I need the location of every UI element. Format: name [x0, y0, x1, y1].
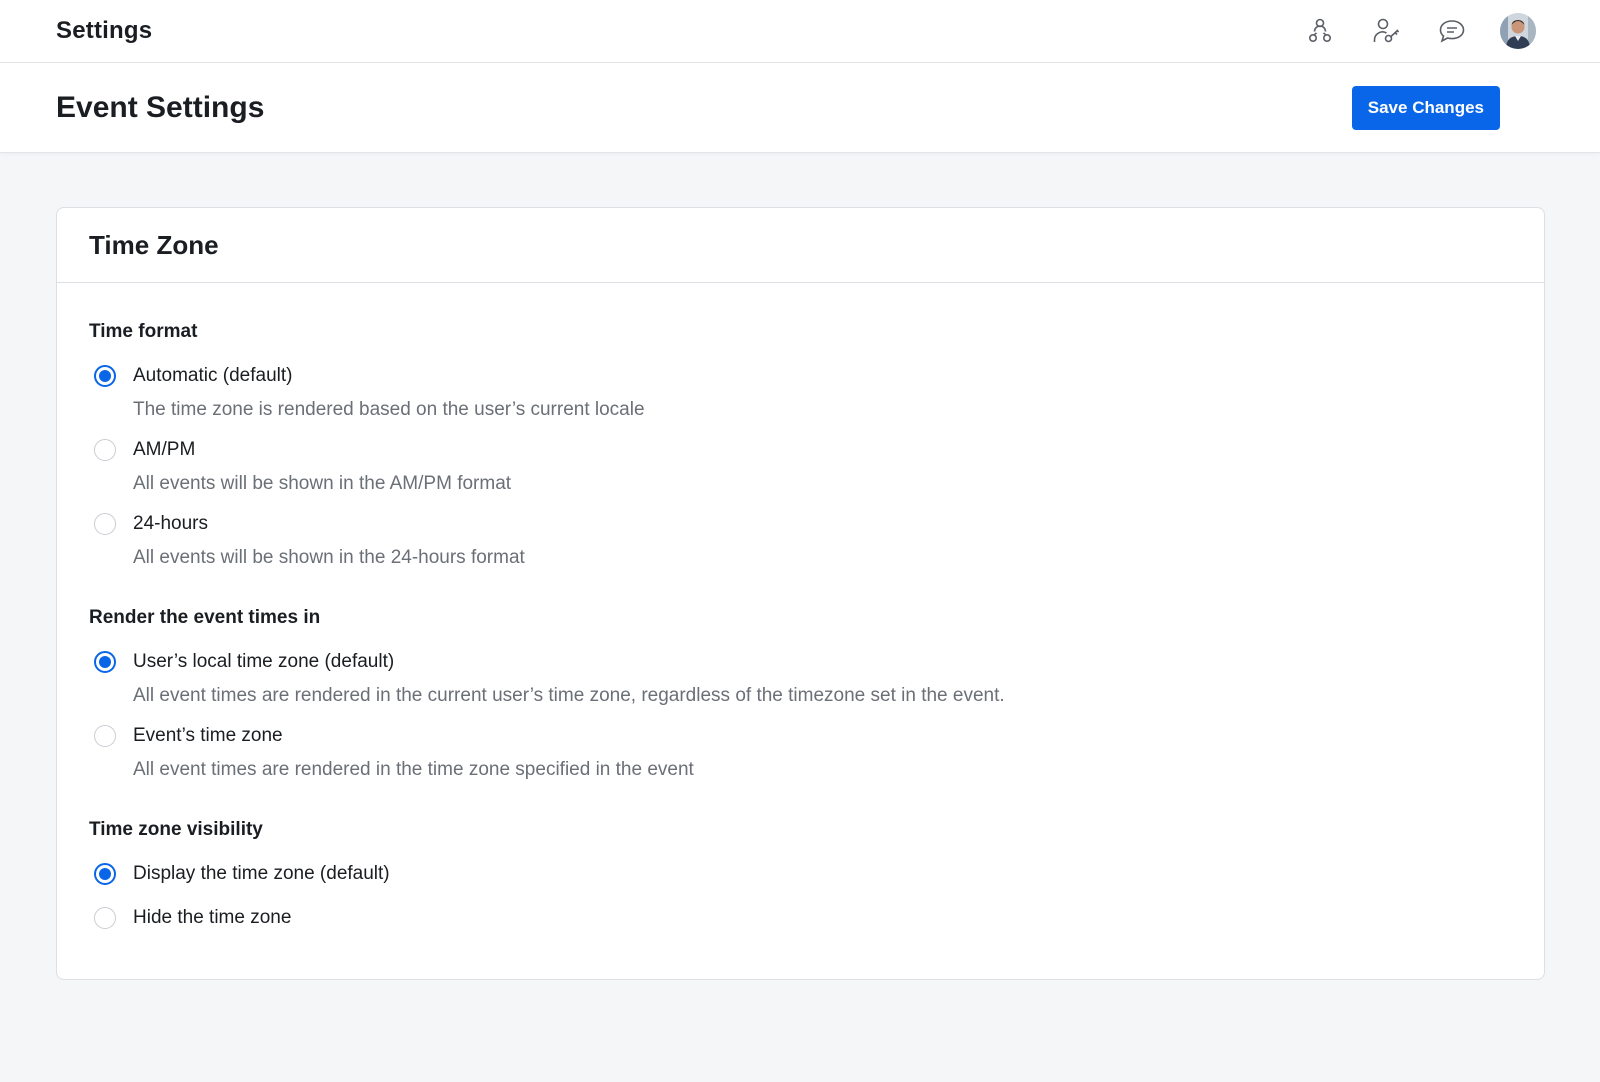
option-description: The time zone is rendered based on the u… — [133, 399, 645, 420]
option-hide-time-zone: Hide the time zone — [89, 903, 1512, 933]
page-header: Event Settings Save Changes — [0, 63, 1600, 153]
radio-option-am-pm[interactable]: AM/PM — [89, 435, 1512, 465]
option-label: Hide the time zone — [133, 907, 292, 928]
user-key-icon[interactable] — [1368, 13, 1404, 49]
radio-option-automatic[interactable]: Automatic (default) — [89, 361, 1512, 391]
radio-button[interactable] — [94, 651, 116, 673]
group-title: Render the event times in — [89, 607, 321, 628]
option-24-hours: 24-hours All events will be shown in the… — [89, 509, 1512, 569]
time-format-group: Time format Automatic (default) The time… — [89, 321, 1512, 569]
card-title: Time Zone — [89, 229, 219, 260]
option-label: Display the time zone (default) — [133, 863, 390, 884]
visibility-group: Time zone visibility Display the time zo… — [89, 819, 1512, 933]
option-description: All events will be shown in the AM/PM fo… — [133, 473, 512, 494]
radio-button[interactable] — [94, 439, 116, 461]
radio-button[interactable] — [94, 513, 116, 535]
option-label: AM/PM — [133, 439, 196, 460]
card-body: Time format Automatic (default) The time… — [57, 283, 1544, 979]
radio-button[interactable] — [94, 725, 116, 747]
option-label: Automatic (default) — [133, 365, 293, 386]
radio-option-hide-time-zone[interactable]: Hide the time zone — [89, 903, 1512, 933]
option-label: Event’s time zone — [133, 725, 283, 746]
radio-button[interactable] — [94, 907, 116, 929]
main-content: Time Zone Time format Automatic (default… — [0, 153, 1600, 980]
option-automatic: Automatic (default) The time zone is ren… — [89, 361, 1512, 421]
time-zone-card: Time Zone Time format Automatic (default… — [56, 207, 1545, 980]
page-title: Event Settings — [56, 90, 265, 124]
radio-option-local-time-zone[interactable]: User’s local time zone (default) — [89, 647, 1512, 677]
people-group-icon[interactable] — [1302, 13, 1338, 49]
app-title: Settings — [56, 17, 153, 44]
option-label: User’s local time zone (default) — [133, 651, 395, 672]
option-event-time-zone: Event’s time zone All event times are re… — [89, 721, 1512, 781]
option-description: All event times are rendered in the time… — [133, 759, 694, 780]
option-description: All event times are rendered in the curr… — [133, 685, 1005, 706]
group-title: Time format — [89, 321, 198, 342]
group-title: Time zone visibility — [89, 819, 263, 840]
user-avatar[interactable] — [1500, 13, 1536, 49]
option-am-pm: AM/PM All events will be shown in the AM… — [89, 435, 1512, 495]
option-local-time-zone: User’s local time zone (default) All eve… — [89, 647, 1512, 707]
radio-button[interactable] — [94, 863, 116, 885]
radio-option-display-time-zone[interactable]: Display the time zone (default) — [89, 859, 1512, 889]
option-display-time-zone: Display the time zone (default) — [89, 859, 1512, 889]
radio-option-24-hours[interactable]: 24-hours — [89, 509, 1512, 539]
save-changes-button[interactable]: Save Changes — [1351, 85, 1500, 130]
top-bar: Settings — [0, 0, 1600, 63]
chat-icon[interactable] — [1434, 13, 1470, 49]
card-header: Time Zone — [57, 208, 1544, 283]
option-label: 24-hours — [133, 513, 208, 534]
radio-button[interactable] — [94, 365, 116, 387]
top-icons — [1302, 13, 1536, 49]
option-description: All events will be shown in the 24-hours… — [133, 547, 525, 568]
radio-option-event-time-zone[interactable]: Event’s time zone — [89, 721, 1512, 751]
render-times-group: Render the event times in User’s local t… — [89, 607, 1512, 781]
